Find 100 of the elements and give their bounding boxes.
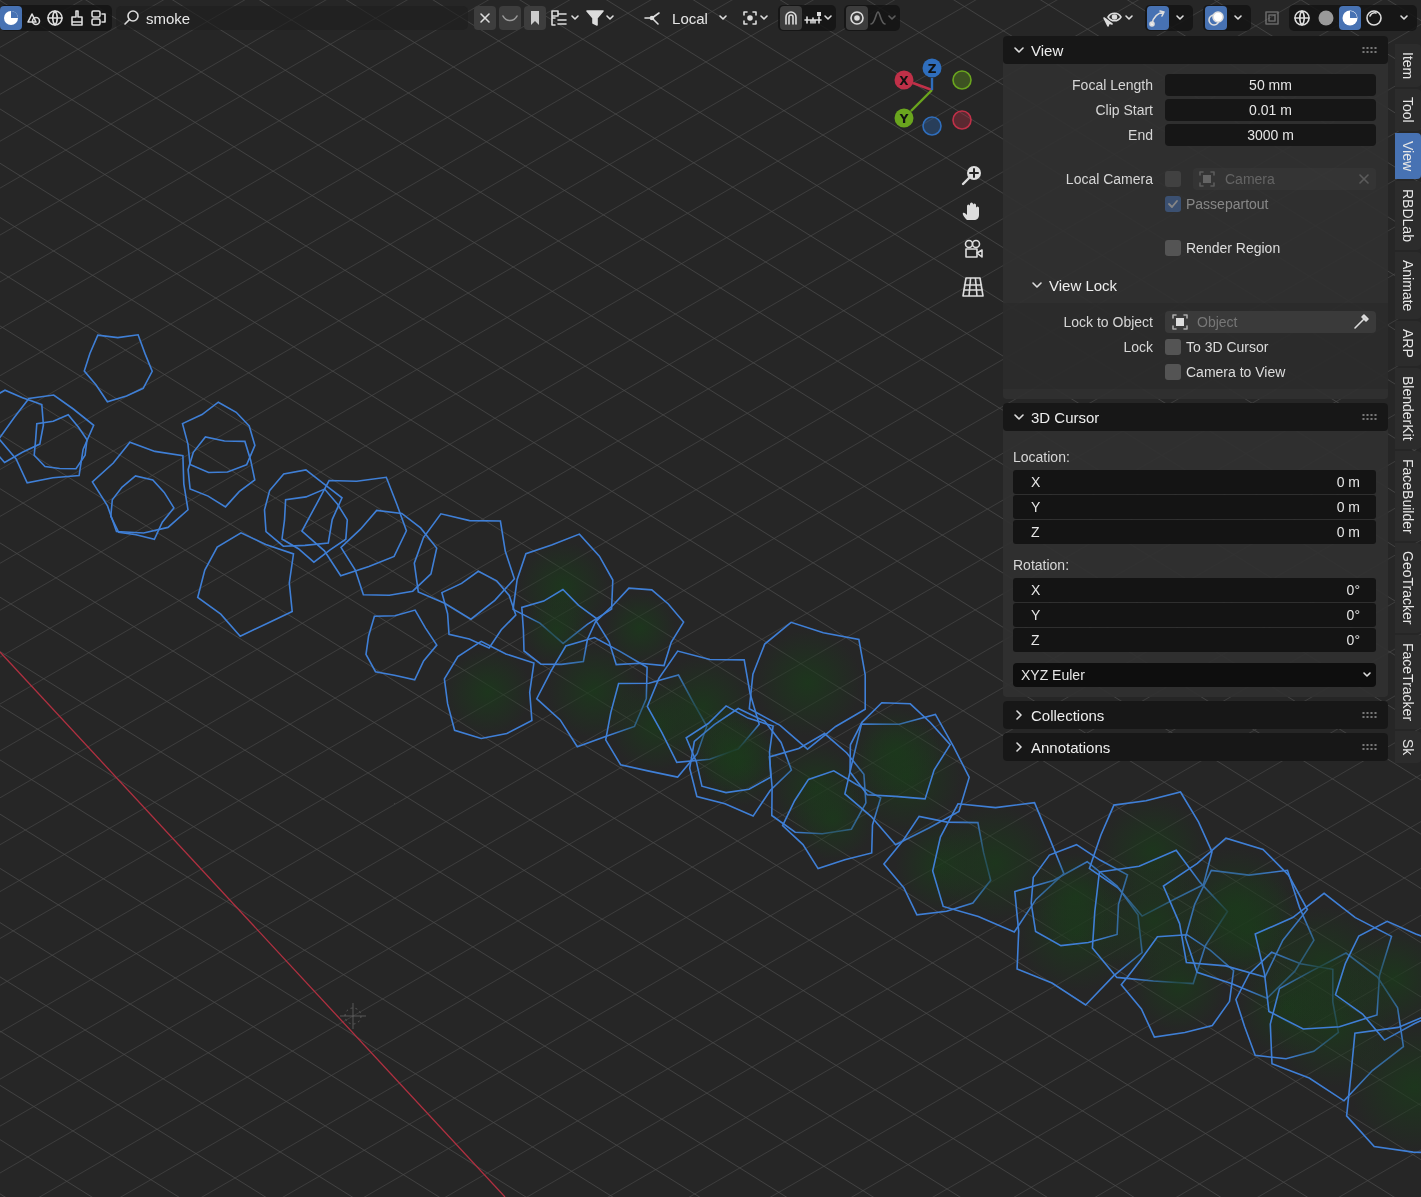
caret-icon bbox=[570, 14, 580, 22]
snap-toggle[interactable] bbox=[780, 6, 802, 30]
eye-cursor-icon bbox=[1102, 9, 1124, 27]
axis-label: Z bbox=[1031, 632, 1040, 648]
drag-handle-icon bbox=[1362, 711, 1378, 719]
caret-icon bbox=[1124, 14, 1134, 22]
close-icon bbox=[1358, 173, 1370, 185]
field-value: 0 m bbox=[1336, 499, 1360, 515]
negative-axis-button[interactable] bbox=[952, 110, 972, 130]
number-field[interactable]: Y 0 m bbox=[1013, 495, 1376, 519]
square-icon bbox=[1263, 9, 1281, 27]
field-value: 0° bbox=[1346, 582, 1360, 598]
bookmark-icon bbox=[528, 9, 542, 27]
number-field[interactable]: Z 0 m bbox=[1013, 520, 1376, 544]
shading-mode-button[interactable] bbox=[1339, 6, 1361, 30]
axis-button[interactable]: Z bbox=[922, 58, 942, 78]
sidebar-tab[interactable]: RBDLab bbox=[1395, 181, 1421, 250]
sidebar-tab[interactable]: FaceTracker bbox=[1395, 634, 1421, 729]
cursor-crosshair-icon bbox=[339, 1002, 367, 1030]
arc-arrow-icon bbox=[1148, 8, 1168, 28]
axis-label: X bbox=[1031, 582, 1041, 598]
overlapping-circles-icon bbox=[1206, 8, 1226, 28]
orientation-dropdown[interactable]: Local bbox=[638, 6, 732, 30]
chevron-down-icon bbox=[1013, 44, 1025, 56]
field-value: 0° bbox=[1346, 632, 1360, 648]
clear-search-button[interactable] bbox=[474, 6, 496, 30]
sidebar-tab[interactable]: View bbox=[1395, 132, 1421, 179]
number-field[interactable]: 0.01 m bbox=[1165, 99, 1376, 121]
checkbox[interactable]: Camera to View bbox=[1165, 364, 1286, 380]
sidebar-tab[interactable]: ARP bbox=[1395, 321, 1421, 367]
pipeline-icon bbox=[89, 8, 109, 28]
rotation-mode-dropdown[interactable]: XYZ Euler bbox=[1013, 663, 1376, 687]
search-icon bbox=[122, 9, 140, 27]
number-field[interactable]: 3000 m bbox=[1165, 124, 1376, 146]
number-field[interactable]: X 0° bbox=[1013, 578, 1376, 602]
object-field[interactable]: Object bbox=[1165, 311, 1376, 333]
proportional-edit-toggle[interactable] bbox=[846, 6, 868, 30]
caret-icon bbox=[1362, 671, 1372, 679]
gizmo-toggle[interactable] bbox=[1147, 6, 1169, 30]
field-label: Focal Length bbox=[1071, 77, 1153, 93]
search-field[interactable]: smoke bbox=[116, 6, 468, 30]
bell-curve-icon bbox=[869, 10, 887, 26]
sidebar-tab[interactable]: Item bbox=[1395, 44, 1421, 88]
section-label: Rotation: bbox=[1013, 556, 1071, 575]
axis-label: Y bbox=[1031, 607, 1041, 623]
object-icon bbox=[1199, 171, 1215, 187]
grid-icon bbox=[960, 274, 986, 298]
checkmark-icon bbox=[1167, 198, 1179, 210]
drag-handle-icon bbox=[1362, 46, 1378, 54]
number-field[interactable]: Z 0° bbox=[1013, 628, 1376, 652]
caret-icon bbox=[718, 14, 728, 22]
negative-axis-button[interactable] bbox=[952, 70, 972, 90]
panel-header[interactable]: View bbox=[1003, 36, 1388, 64]
panel-header[interactable]: Annotations bbox=[1003, 733, 1388, 761]
sidebar-tab[interactable]: Sk bbox=[1395, 730, 1421, 764]
caret-icon bbox=[605, 14, 615, 22]
caret-icon bbox=[1233, 14, 1243, 22]
number-field[interactable]: Y 0° bbox=[1013, 603, 1376, 627]
close-icon bbox=[478, 11, 492, 25]
negative-axis-button[interactable] bbox=[922, 116, 942, 136]
number-field[interactable]: X 0 m bbox=[1013, 470, 1376, 494]
axes-icon bbox=[642, 10, 662, 26]
section-label: Location: bbox=[1013, 448, 1071, 467]
subpanel-header[interactable]: View Lock bbox=[1013, 270, 1376, 300]
sidebar-tab[interactable]: FaceBuilder bbox=[1395, 450, 1421, 542]
drag-handle-icon bbox=[1362, 743, 1378, 751]
drag-handle-icon bbox=[1362, 413, 1378, 421]
globe-icon bbox=[45, 8, 65, 28]
chevron-down-icon bbox=[1013, 411, 1025, 423]
bookmark-button[interactable] bbox=[524, 6, 546, 30]
panel-header[interactable]: Collections bbox=[1003, 701, 1388, 729]
axis-button[interactable]: Y bbox=[894, 108, 914, 128]
sidebar-tab[interactable]: BlenderKit bbox=[1395, 368, 1421, 449]
field-label: Lock to Object bbox=[1062, 314, 1153, 330]
wireframe-sphere-icon bbox=[1292, 8, 1312, 28]
chevron-down-icon bbox=[1031, 279, 1043, 291]
checkbox[interactable]: To 3D Cursor bbox=[1165, 339, 1269, 355]
filter-icon bbox=[585, 9, 605, 27]
material-sphere-icon bbox=[1340, 8, 1360, 28]
sidebar-tab[interactable]: GeoTracker bbox=[1395, 543, 1421, 633]
axis-label: Z bbox=[1031, 524, 1040, 540]
checkbox[interactable]: Render Region bbox=[1165, 240, 1281, 256]
increment-icon bbox=[803, 11, 823, 25]
caret-icon bbox=[759, 14, 769, 22]
caret-icon bbox=[887, 14, 897, 22]
field-value: 0 m bbox=[1336, 524, 1360, 540]
overlay-toggle[interactable] bbox=[1205, 6, 1227, 30]
sidebar-tab[interactable]: Animate bbox=[1395, 251, 1421, 320]
number-field[interactable]: 50 mm bbox=[1165, 74, 1376, 96]
solid-sphere-icon bbox=[1316, 8, 1336, 28]
pivot-icon bbox=[741, 9, 759, 27]
object-icon bbox=[1171, 313, 1189, 331]
caret-icon bbox=[823, 14, 833, 22]
field-label: Clip Start bbox=[1094, 102, 1153, 118]
editor-button[interactable] bbox=[0, 6, 22, 30]
sidebar-tab[interactable]: Tool bbox=[1395, 89, 1421, 131]
panel-header[interactable]: 3D Cursor bbox=[1003, 403, 1388, 431]
arc-toggle-button[interactable] bbox=[499, 6, 521, 30]
field-label: Local Camera bbox=[1064, 171, 1153, 187]
field-value: 0° bbox=[1346, 607, 1360, 623]
